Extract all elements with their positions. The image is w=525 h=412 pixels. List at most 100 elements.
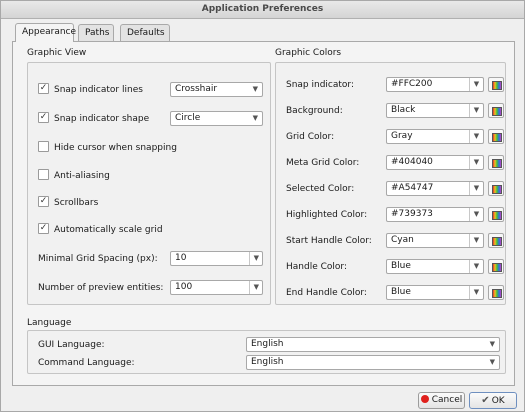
color-picker-button[interactable] — [488, 77, 504, 92]
color-value-select[interactable]: Blue ▼ — [386, 259, 484, 274]
window-title: Application Preferences — [1, 1, 524, 19]
tab-paths[interactable]: Paths — [78, 24, 114, 41]
color-row-label: Start Handle Color: — [286, 236, 372, 246]
color-value-select[interactable]: Blue ▼ — [386, 285, 484, 300]
color-picker-button[interactable] — [488, 259, 504, 274]
language-title: Language — [27, 318, 72, 328]
color-row-label: End Handle Color: — [286, 288, 367, 298]
tab-appearance[interactable]: Appearance — [15, 23, 77, 42]
command-language-value: English — [251, 357, 284, 367]
hide-cursor-label: Hide cursor when snapping — [54, 143, 177, 153]
gui-language-select[interactable]: English ▼ — [246, 337, 500, 352]
color-value: Black — [391, 105, 416, 115]
tab-defaults[interactable]: Defaults — [120, 24, 170, 41]
chevron-down-icon: ▼ — [252, 114, 258, 122]
chevron-down-icon[interactable]: ▼ — [469, 286, 483, 299]
color-palette-icon — [492, 107, 502, 116]
color-picker-button[interactable] — [488, 207, 504, 222]
color-value: Blue — [391, 261, 411, 271]
color-palette-icon — [492, 263, 502, 272]
checkbox-hide-cursor[interactable] — [38, 141, 49, 152]
color-value-select[interactable]: #739373 ▼ — [386, 207, 484, 222]
graphic-colors-title: Graphic Colors — [275, 48, 342, 58]
auto-scale-grid-checkbox[interactable]: Automatically scale grid — [38, 223, 163, 237]
ok-button[interactable]: ✔ OK — [469, 392, 517, 409]
anti-aliasing-checkbox[interactable]: Anti-aliasing — [38, 169, 110, 183]
color-picker-button[interactable] — [488, 103, 504, 118]
color-palette-icon — [492, 133, 502, 142]
snap-lines-select[interactable]: Crosshair ▼ — [170, 82, 263, 97]
cancel-label: Cancel — [431, 395, 463, 405]
color-picker-button[interactable] — [488, 181, 504, 196]
tab-appearance-label: Appearance — [22, 27, 77, 37]
snap-shape-value: Circle — [175, 113, 201, 123]
chevron-down-icon: ▼ — [252, 85, 258, 93]
chevron-down-icon[interactable]: ▼ — [469, 130, 483, 143]
cancel-button[interactable]: Cancel — [418, 392, 465, 409]
color-picker-button[interactable] — [488, 233, 504, 248]
chevron-down-icon[interactable]: ▼ — [469, 156, 483, 169]
checkbox-scrollbars[interactable] — [38, 196, 49, 207]
command-language-select[interactable]: English ▼ — [246, 355, 500, 370]
color-palette-icon — [492, 185, 502, 194]
snap-shape-checkbox[interactable]: Snap indicator shape — [38, 112, 149, 126]
checkbox-snap-shape[interactable] — [38, 112, 49, 123]
chevron-down-icon[interactable]: ▼ — [469, 104, 483, 117]
color-value-select[interactable]: Gray ▼ — [386, 129, 484, 144]
chevron-down-icon[interactable]: ▼ — [469, 208, 483, 221]
chevron-down-icon: ▼ — [489, 358, 495, 366]
gui-language-value: English — [251, 339, 284, 349]
color-row-label: Grid Color: — [286, 132, 335, 142]
color-value-select[interactable]: Cyan ▼ — [386, 233, 484, 248]
color-picker-button[interactable] — [488, 129, 504, 144]
color-value: #404040 — [391, 157, 433, 167]
ok-label: OK — [491, 396, 505, 406]
preview-entities-value: 100 — [175, 282, 193, 292]
appearance-panel: Graphic View Snap indicator lines Crossh… — [12, 41, 515, 386]
color-value-select[interactable]: #404040 ▼ — [386, 155, 484, 170]
color-value: Blue — [391, 287, 411, 297]
graphic-colors-group: Snap indicator: #FFC200 ▼ Background: Black ▼… — [275, 62, 506, 305]
color-value-select[interactable]: #FFC200 ▼ — [386, 77, 484, 92]
anti-aliasing-label: Anti-aliasing — [54, 171, 110, 181]
language-group: GUI Language: English ▼ Command Language:… — [27, 330, 506, 374]
preview-entities-input[interactable]: 100 ▼ — [170, 280, 263, 295]
min-grid-spacing-input[interactable]: 10 ▼ — [170, 251, 263, 266]
color-value-select[interactable]: Black ▼ — [386, 103, 484, 118]
color-value: #A54747 — [391, 183, 434, 193]
auto-scale-grid-label: Automatically scale grid — [54, 225, 163, 235]
chevron-down-icon[interactable]: ▼ — [469, 78, 483, 91]
chevron-down-icon[interactable]: ▼ — [248, 281, 259, 294]
preview-entities-label: Number of preview entities: — [38, 283, 164, 293]
hide-cursor-checkbox[interactable]: Hide cursor when snapping — [38, 141, 177, 155]
chevron-down-icon[interactable]: ▼ — [469, 260, 483, 273]
color-palette-icon — [492, 159, 502, 168]
snap-lines-label: Snap indicator lines — [54, 85, 143, 95]
snap-shape-label: Snap indicator shape — [54, 114, 150, 124]
scrollbars-checkbox[interactable]: Scrollbars — [38, 196, 98, 210]
gui-language-label: GUI Language: — [38, 340, 105, 350]
color-picker-button[interactable] — [488, 155, 504, 170]
snap-lines-checkbox[interactable]: Snap indicator lines — [38, 83, 143, 97]
color-row-label: Selected Color: — [286, 184, 355, 194]
color-palette-icon — [492, 81, 502, 90]
color-palette-icon — [492, 237, 502, 246]
checkbox-snap-lines[interactable] — [38, 83, 49, 94]
min-grid-spacing-label: Minimal Grid Spacing (px): — [38, 254, 158, 264]
color-row-label: Snap indicator: — [286, 80, 354, 90]
color-row-label: Highlighted Color: — [286, 210, 368, 220]
color-value: Cyan — [391, 235, 414, 245]
cancel-icon — [420, 394, 429, 403]
color-row-label: Background: — [286, 106, 343, 116]
checkbox-anti-aliasing[interactable] — [38, 169, 49, 180]
chevron-down-icon[interactable]: ▼ — [469, 182, 483, 195]
preferences-window: Application Preferences Appearance Paths… — [0, 0, 525, 412]
color-value-select[interactable]: #A54747 ▼ — [386, 181, 484, 196]
chevron-down-icon[interactable]: ▼ — [469, 234, 483, 247]
color-picker-button[interactable] — [488, 285, 504, 300]
chevron-down-icon[interactable]: ▼ — [248, 252, 259, 265]
color-value: #739373 — [391, 209, 433, 219]
snap-shape-select[interactable]: Circle ▼ — [170, 111, 263, 126]
checkbox-auto-scale-grid[interactable] — [38, 223, 49, 234]
command-language-label: Command Language: — [38, 358, 135, 368]
